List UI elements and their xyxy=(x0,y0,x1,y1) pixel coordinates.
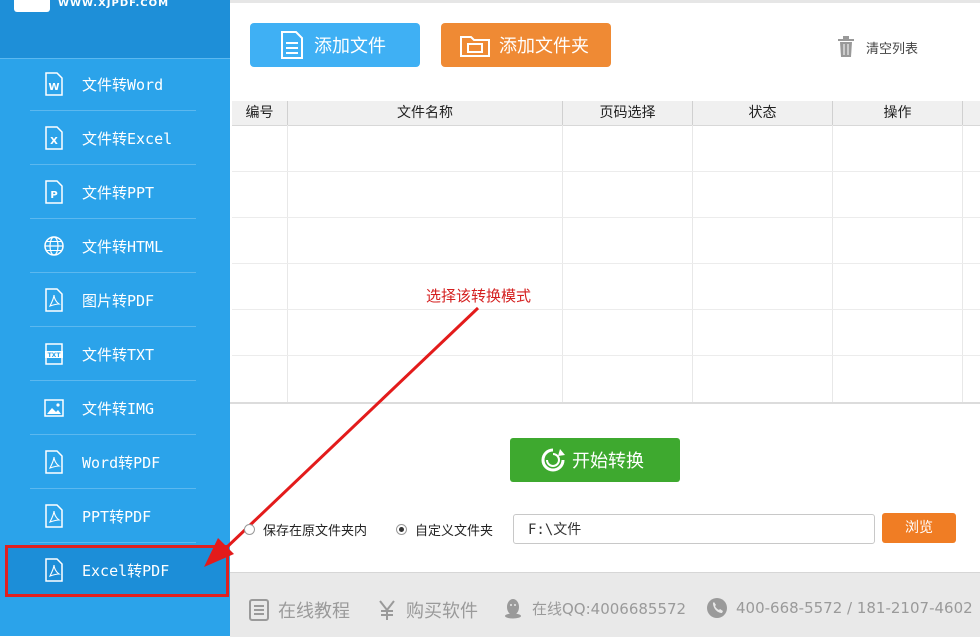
sidebar-item-word-to-pdf[interactable]: Word转PDF xyxy=(30,436,196,489)
column-header-status[interactable]: 状态 xyxy=(693,101,833,125)
svg-text:W: W xyxy=(48,82,59,93)
site-url: WWW.XJPDF.COM xyxy=(58,0,170,9)
row-divider xyxy=(232,171,980,172)
logo-strip: WWW.XJPDF.COM xyxy=(0,0,230,59)
start-convert-label: 开始转换 xyxy=(572,451,644,472)
refresh-icon xyxy=(541,448,565,472)
sidebar-item-label: Word转PDF xyxy=(82,453,161,472)
buy-software-label: 购买软件 xyxy=(406,601,478,622)
table-header: 编号 文件名称 页码选择 状态 操作 xyxy=(232,101,980,126)
column-divider xyxy=(287,125,288,403)
column-header-filename[interactable]: 文件名称 xyxy=(288,101,563,125)
sidebar-item-file-to-img[interactable]: 文件转IMG xyxy=(30,382,196,435)
radio-checked-icon[interactable] xyxy=(396,524,407,535)
table-bottom-border xyxy=(230,402,980,404)
sidebar-item-label: 文件转PPT xyxy=(82,183,155,202)
sidebar-item-image-to-pdf[interactable]: 图片转PDF xyxy=(30,274,196,327)
column-header-actions[interactable]: 操作 xyxy=(833,101,963,125)
phone-icon xyxy=(707,598,727,618)
pdf-doc-icon xyxy=(42,449,66,475)
sidebar-item-file-to-excel[interactable]: X 文件转Excel xyxy=(30,112,196,165)
browse-button[interactable]: 浏览 xyxy=(882,513,956,543)
sidebar-item-label: 文件转IMG xyxy=(82,399,155,418)
sidebar-item-label: 文件转Excel xyxy=(82,129,173,148)
save-original-folder-label: 保存在原文件夹内 xyxy=(263,524,368,539)
add-folder-label: 添加文件夹 xyxy=(499,36,589,57)
column-divider xyxy=(692,125,693,403)
svg-text:P: P xyxy=(50,190,57,201)
sidebar-item-file-to-html[interactable]: 文件转HTML xyxy=(30,220,196,273)
online-tutorial-link[interactable]: 在线教程 xyxy=(248,597,350,623)
sidebar-item-file-to-ppt[interactable]: P 文件转PPT xyxy=(30,166,196,219)
clear-list-button[interactable]: 清空列表 xyxy=(836,36,918,58)
sidebar-item-label: 图片转PDF xyxy=(82,291,155,310)
add-file-button[interactable]: 添加文件 xyxy=(250,23,420,67)
file-table: 编号 文件名称 页码选择 状态 操作 xyxy=(232,101,980,403)
trash-icon xyxy=(838,36,854,57)
column-divider xyxy=(832,125,833,403)
sidebar-item-excel-to-pdf[interactable]: Excel转PDF xyxy=(30,544,196,596)
add-folder-button[interactable]: 添加文件夹 xyxy=(441,23,611,67)
pdf-doc-icon xyxy=(42,287,66,313)
start-convert-button[interactable]: 开始转换 xyxy=(510,438,680,482)
sidebar-item-label: Excel转PDF xyxy=(82,561,170,580)
document-icon xyxy=(249,599,269,621)
word-doc-icon: W xyxy=(42,71,66,97)
sidebar-item-label: 文件转TXT xyxy=(82,345,155,364)
sidebar-item-label: PPT转PDF xyxy=(82,507,152,526)
column-header-number[interactable]: 编号 xyxy=(232,101,288,125)
column-header-page-selection[interactable]: 页码选择 xyxy=(563,101,693,125)
custom-folder-option[interactable]: 自定义文件夹 xyxy=(396,520,493,539)
folder-icon xyxy=(460,36,490,57)
row-divider xyxy=(232,217,980,218)
phone-label: 400-668-5572 / 181-2107-4602 xyxy=(736,599,973,617)
column-divider xyxy=(962,125,963,403)
online-qq-link[interactable]: 在线QQ:4006685572 xyxy=(502,597,686,619)
row-divider xyxy=(232,309,980,310)
sidebar-item-file-to-txt[interactable]: TXT 文件转TXT xyxy=(30,328,196,381)
annotation-text: 选择该转换模式 xyxy=(426,287,532,305)
sidebar-item-file-to-word[interactable]: W 文件转Word xyxy=(30,58,196,111)
pdf-doc-icon xyxy=(42,557,66,583)
app-logo xyxy=(14,0,50,12)
yen-icon xyxy=(379,600,395,620)
top-divider xyxy=(230,0,980,3)
radio-unchecked-icon[interactable] xyxy=(244,524,255,535)
row-divider xyxy=(232,355,980,356)
clear-list-label: 清空列表 xyxy=(866,41,919,57)
online-tutorial-label: 在线教程 xyxy=(278,601,350,622)
custom-folder-label: 自定义文件夹 xyxy=(415,524,494,539)
row-divider xyxy=(232,263,980,264)
ppt-doc-icon: P xyxy=(42,179,66,205)
sidebar: WWW.XJPDF.COM W 文件转Word X 文件转Excel P 文件转… xyxy=(0,0,230,636)
svg-text:X: X xyxy=(50,136,58,147)
online-qq-label: 在线QQ:4006685572 xyxy=(532,599,687,618)
footer-bar: 在线教程 购买软件 在线QQ:4006685572 400-668-5572 /… xyxy=(230,572,980,637)
add-file-label: 添加文件 xyxy=(314,36,386,57)
output-path-input[interactable] xyxy=(513,514,875,544)
phone-contact: 400-668-5572 / 181-2107-4602 xyxy=(706,597,973,619)
sidebar-item-ppt-to-pdf[interactable]: PPT转PDF xyxy=(30,490,196,543)
excel-doc-icon: X xyxy=(42,125,66,151)
pdf-doc-icon xyxy=(42,503,66,529)
buy-software-link[interactable]: 购买软件 xyxy=(376,597,478,623)
svg-text:TXT: TXT xyxy=(48,352,62,359)
txt-doc-icon: TXT xyxy=(42,341,66,367)
column-divider xyxy=(562,125,563,403)
globe-icon xyxy=(42,233,66,259)
image-icon xyxy=(42,395,66,421)
sidebar-item-label: 文件转Word xyxy=(82,75,164,94)
document-icon xyxy=(281,31,303,59)
sidebar-item-label: 文件转HTML xyxy=(82,237,164,256)
qq-penguin-icon xyxy=(505,599,521,619)
save-original-folder-option[interactable]: 保存在原文件夹内 xyxy=(244,520,367,539)
